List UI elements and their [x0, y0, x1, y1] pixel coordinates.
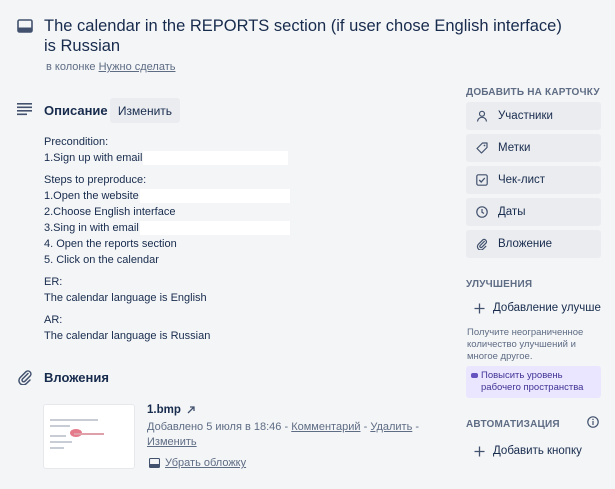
- in-list-prefix: в колонке: [46, 61, 96, 73]
- info-icon[interactable]: [587, 416, 599, 428]
- plus-icon: [474, 446, 485, 457]
- redacted-block: [143, 151, 289, 166]
- attachment-edit-link[interactable]: Изменить: [147, 436, 197, 448]
- description-icon: [17, 102, 33, 116]
- desc-line: 1.Open the website: [44, 188, 324, 204]
- members-label: Участники: [498, 110, 553, 122]
- desc-line: AR:: [44, 314, 63, 326]
- attachment-meta: Добавлено 5 июля в 18:46 - Комментарий -…: [147, 421, 420, 448]
- desc-line: 1.Sign up with email: [44, 150, 324, 166]
- in-list-info: в колонке Нужно сделать: [46, 61, 175, 73]
- desc-line: 2.Choose English interface: [44, 206, 176, 218]
- desc-line: 5. Click on the calendar: [44, 254, 159, 266]
- members-button[interactable]: Участники: [466, 102, 601, 130]
- add-to-card-heading: ДОБАВИТЬ НА КАРТОЧКУ: [466, 87, 600, 98]
- attachment-name[interactable]: 1.bmp: [147, 404, 181, 416]
- upgrade-workspace-button[interactable]: Повысить уровень рабочего пространства: [466, 366, 601, 398]
- card-icon: [17, 18, 33, 34]
- upgrade-label: Повысить уровень рабочего пространства: [481, 370, 584, 393]
- paperclip-icon: [476, 238, 488, 251]
- clock-icon: [476, 206, 488, 218]
- add-improvement-label: Добавление улучшения: [493, 302, 601, 314]
- add-improvement-button[interactable]: Добавление улучшения: [466, 295, 601, 321]
- cover-icon: [149, 458, 160, 468]
- improvements-promo-text: Получите неограниченное количество улучш…: [467, 327, 584, 362]
- dates-button[interactable]: Даты: [466, 198, 601, 226]
- remove-cover-link[interactable]: Убрать обложку: [165, 457, 246, 469]
- add-button-label: Добавить кнопку: [493, 445, 582, 457]
- checklist-label: Чек-лист: [498, 174, 546, 186]
- tag-icon: [476, 142, 488, 154]
- edit-description-button[interactable]: Изменить: [110, 98, 180, 123]
- desc-line: Steps to preproduce:: [44, 174, 147, 186]
- plus-icon: [474, 303, 485, 314]
- paperclip-icon: [17, 369, 33, 385]
- labels-button[interactable]: Метки: [466, 134, 601, 162]
- attachment-added: Добавлено 5 июля в 18:46: [147, 421, 282, 433]
- automation-heading: АВТОМАТИЗАЦИЯ: [466, 419, 560, 430]
- list-link[interactable]: Нужно сделать: [99, 61, 176, 73]
- upgrade-icon: [471, 373, 478, 378]
- redacted-block: [139, 189, 290, 204]
- desc-line: Precondition:: [44, 136, 109, 148]
- redacted-block: [139, 221, 290, 236]
- attachment-button[interactable]: Вложение: [466, 230, 601, 258]
- labels-label: Метки: [498, 142, 531, 154]
- desc-line: The calendar language is Russian: [44, 330, 211, 342]
- checklist-icon: [476, 174, 488, 186]
- card-title[interactable]: The calendar in the REPORTS section (if …: [44, 16, 574, 56]
- attachment-label: Вложение: [498, 238, 553, 250]
- desc-line: 4. Open the reports section: [44, 238, 177, 250]
- attachment-delete-link[interactable]: Удалить: [370, 421, 412, 433]
- user-icon: [476, 110, 488, 122]
- desc-line: The calendar language is English: [44, 292, 207, 304]
- attachment-thumbnail[interactable]: [44, 405, 134, 468]
- desc-line: ER:: [44, 276, 63, 288]
- dates-label: Даты: [498, 206, 526, 218]
- attachments-heading: Вложения: [44, 370, 109, 385]
- external-link-icon[interactable]: [186, 405, 196, 415]
- checklist-button[interactable]: Чек-лист: [466, 166, 601, 194]
- add-button-button[interactable]: Добавить кнопку: [466, 438, 601, 464]
- desc-line: 3.Sing in with email: [44, 220, 324, 236]
- description-body[interactable]: Precondition: 1.Sign up with email Steps…: [44, 134, 324, 344]
- attachment-comment-link[interactable]: Комментарий: [291, 421, 360, 433]
- improvements-heading: УЛУЧШЕНИЯ: [466, 279, 533, 290]
- description-heading: Описание: [44, 103, 108, 118]
